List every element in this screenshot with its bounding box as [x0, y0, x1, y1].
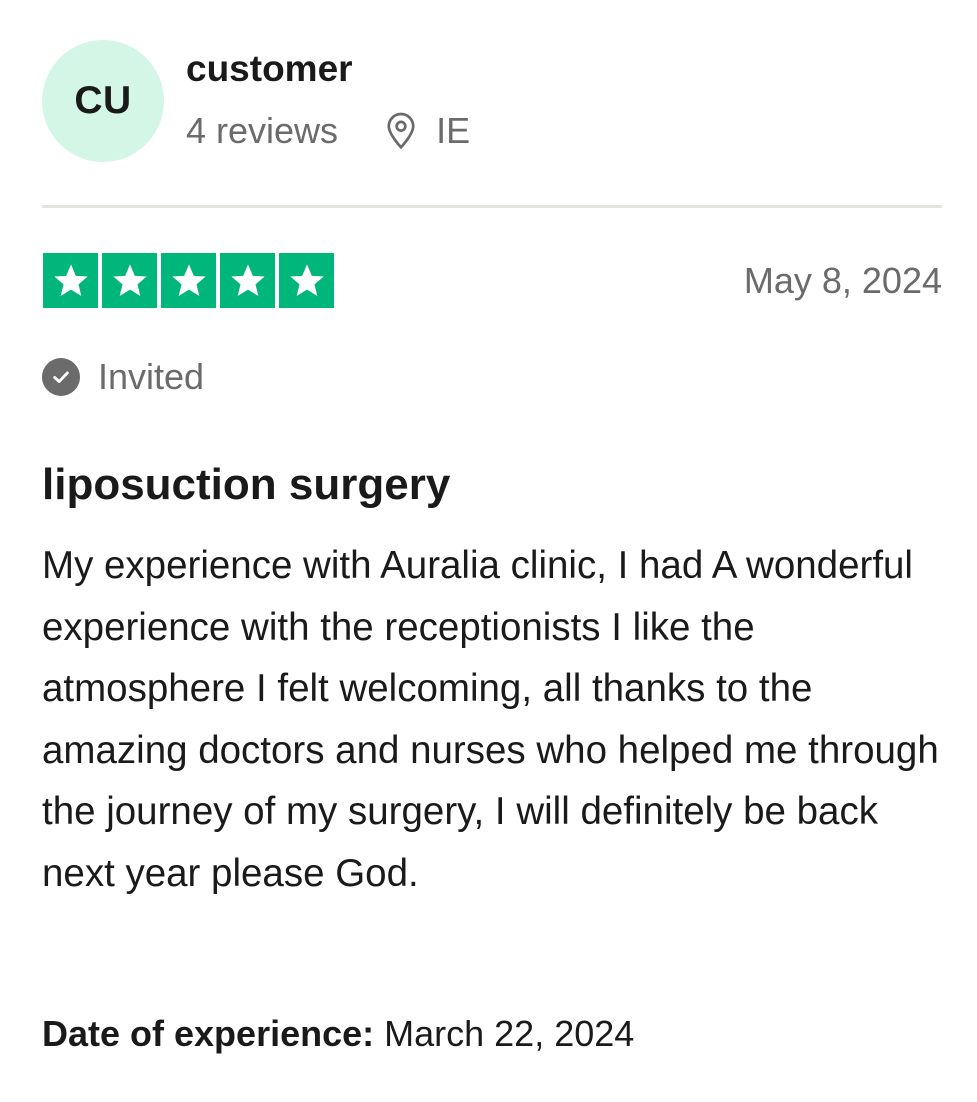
check-circle-icon	[42, 358, 80, 396]
reviews-count: 4 reviews	[186, 110, 339, 151]
reviewer-name[interactable]: customer	[186, 46, 353, 92]
experience-label: Date of experience:	[42, 1013, 375, 1054]
star-rating	[43, 253, 334, 308]
invited-badge[interactable]: Invited	[42, 356, 204, 398]
map-pin-icon	[387, 112, 415, 150]
review-body: My experience with Auralia clinic, I had…	[42, 544, 939, 895]
experience-date: March 22, 2024	[384, 1013, 635, 1054]
star-icon	[112, 263, 147, 296]
review-title[interactable]: liposuction surgery	[42, 458, 450, 512]
country-code: IE	[436, 110, 471, 151]
star-icon	[53, 263, 88, 296]
reviewer-meta: 4 reviews IE	[186, 108, 470, 154]
star-icon	[230, 263, 265, 296]
star-1	[43, 253, 98, 308]
avatar[interactable]: CU	[42, 40, 164, 162]
reviewer-location: IE	[384, 108, 470, 154]
star-icon	[171, 263, 206, 296]
star-2	[102, 253, 157, 308]
divider	[42, 205, 942, 208]
date-of-experience: Date of experience: March 22, 2024	[42, 1010, 634, 1058]
invited-label: Invited	[98, 356, 205, 397]
star-5	[279, 253, 334, 308]
star-icon	[289, 263, 324, 296]
star-4	[220, 253, 275, 308]
review-date: May 8, 2024	[743, 260, 942, 301]
reviewer-header: CU customer 4 reviews IE	[42, 40, 942, 164]
star-3	[161, 253, 216, 308]
